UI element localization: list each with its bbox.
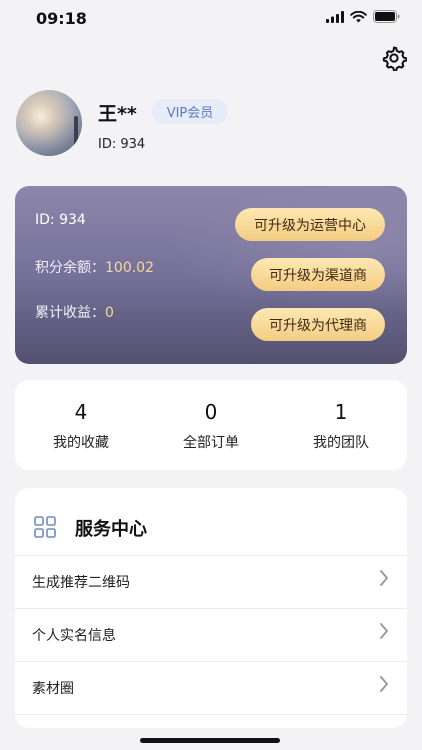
stat-label: 我的团队 [313, 435, 369, 451]
vip-badge: VIP会员 [152, 99, 228, 124]
home-indicator[interactable] [140, 738, 280, 743]
points-balance-label: 积分余额： [35, 260, 105, 276]
chevron-right-icon [380, 623, 388, 639]
stats-card: 4 我的收藏 0 全部订单 1 我的团队 [15, 380, 407, 470]
service-center-header: 服务中心 [15, 488, 407, 556]
total-earnings: 累计收益：0 [35, 302, 114, 322]
stat-label: 我的收藏 [53, 435, 109, 451]
profile-name: 王** [98, 103, 137, 125]
points-balance-value: 100.02 [105, 260, 154, 276]
points-balance: 积分余额：100.02 [35, 257, 154, 277]
stat-team[interactable]: 1 我的团队 [276, 400, 406, 452]
avatar[interactable] [16, 90, 82, 156]
total-earnings-value: 0 [105, 305, 114, 321]
battery-icon [373, 10, 400, 23]
chevron-right-icon [380, 570, 388, 586]
stat-favorites[interactable]: 4 我的收藏 [16, 400, 146, 452]
service-center-title: 服务中心 [75, 519, 147, 540]
stat-orders[interactable]: 0 全部订单 [146, 400, 276, 452]
upgrade-agent-button[interactable]: 可升级为代理商 [251, 308, 385, 341]
wifi-icon [350, 10, 367, 22]
service-item-label: 个人实名信息 [32, 628, 116, 644]
gear-icon[interactable] [381, 45, 407, 71]
stat-label: 全部订单 [183, 435, 239, 451]
service-item-qr-code[interactable]: 生成推荐二维码 [15, 556, 407, 609]
service-item-label: 生成推荐二维码 [32, 575, 130, 591]
stat-count: 0 [204, 400, 218, 424]
cellular-signal-icon [326, 10, 344, 23]
chevron-right-icon [380, 676, 388, 692]
total-earnings-label: 累计收益： [35, 305, 105, 321]
profile-id: ID: 934 [98, 137, 146, 152]
status-icons [326, 10, 400, 23]
stat-count: 1 [334, 400, 348, 424]
service-center-card: 服务中心 生成推荐二维码 个人实名信息 素材圈 [15, 488, 407, 728]
service-item-label: 素材圈 [32, 681, 74, 697]
upgrade-channel-button[interactable]: 可升级为渠道商 [251, 258, 385, 291]
service-item-materials[interactable]: 素材圈 [15, 662, 407, 715]
card-id: ID: 934 [35, 212, 86, 228]
membership-card: ID: 934 积分余额：100.02 累计收益：0 可升级为运营中心 可升级为… [15, 186, 407, 364]
status-bar: 09:18 [0, 0, 422, 38]
upgrade-operation-center-button[interactable]: 可升级为运营中心 [235, 208, 385, 241]
grid-icon [34, 516, 56, 538]
service-item-real-name[interactable]: 个人实名信息 [15, 609, 407, 662]
avatar-tree-silhouette [74, 116, 78, 156]
status-time: 09:18 [36, 9, 87, 28]
stat-count: 4 [74, 400, 88, 424]
